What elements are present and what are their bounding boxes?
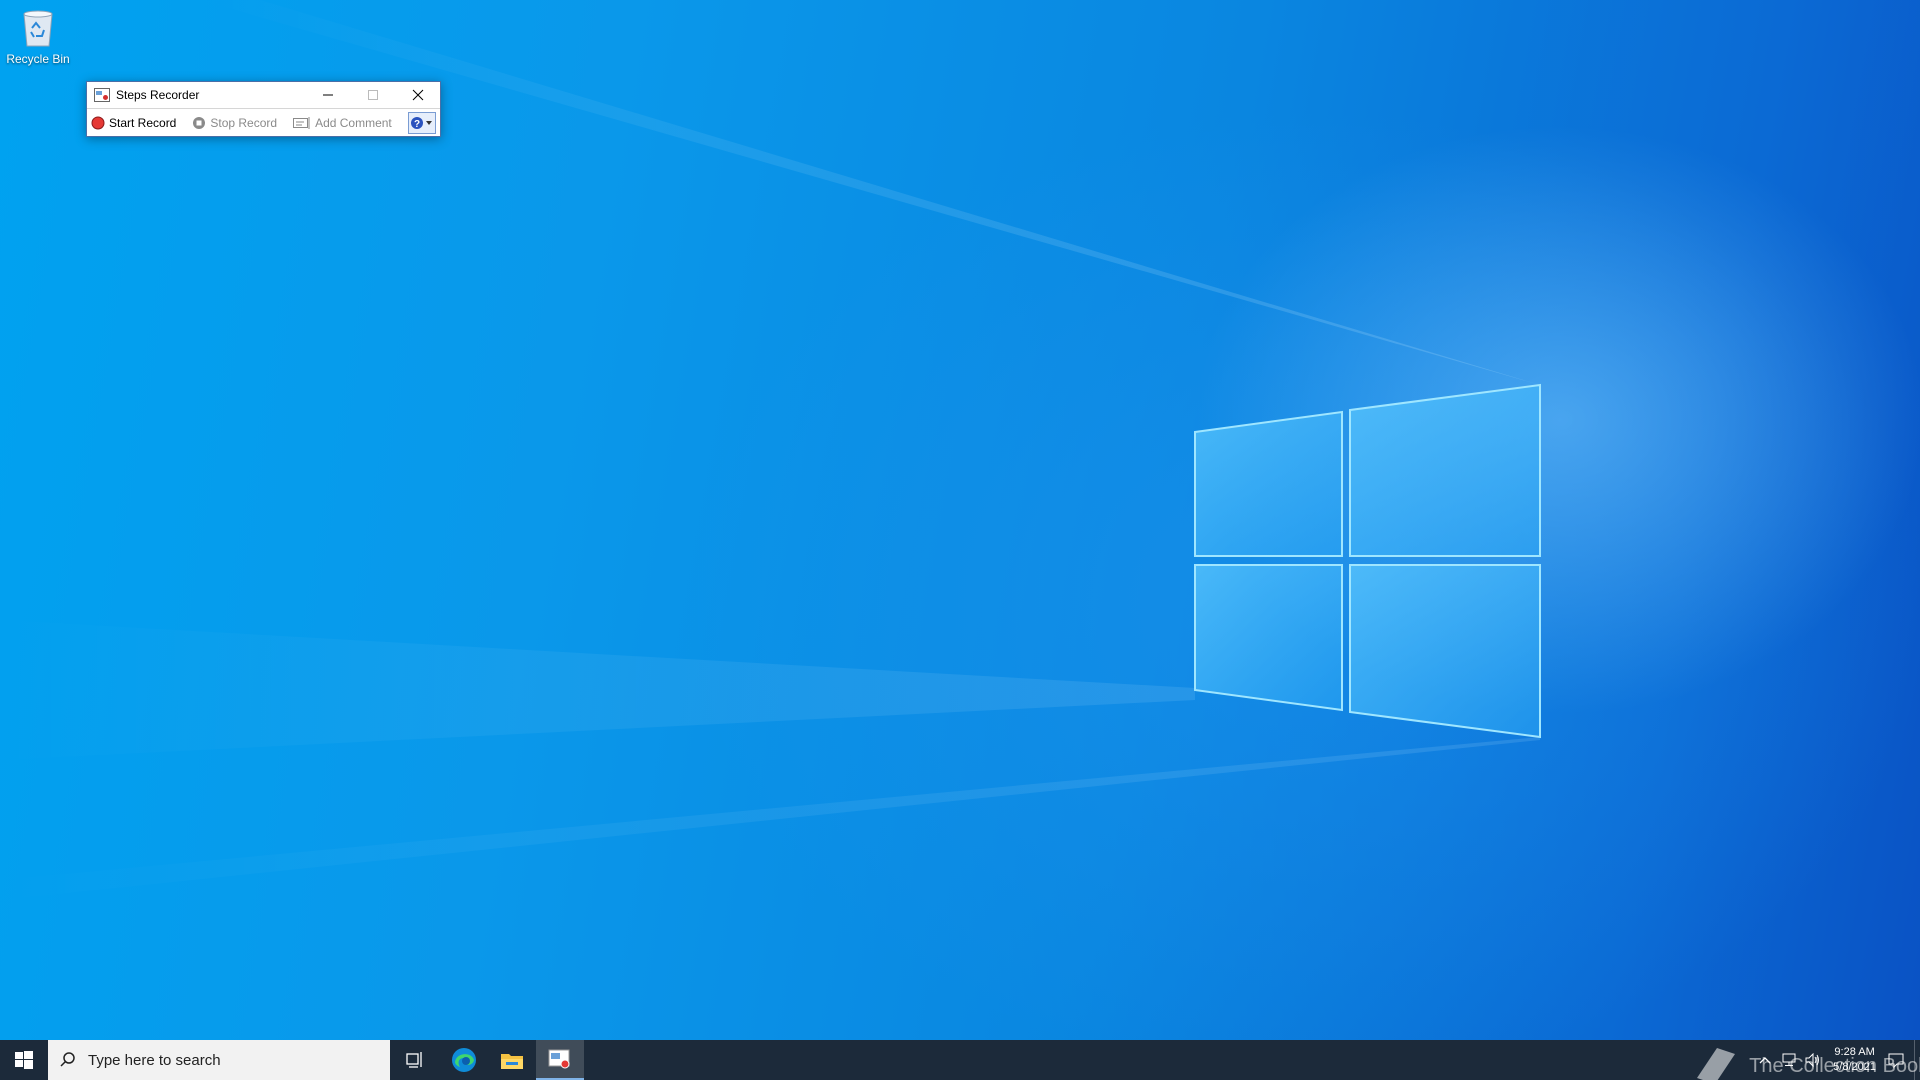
windows-logo-icon	[15, 1051, 33, 1069]
record-icon	[91, 116, 105, 129]
search-placeholder: Type here to search	[88, 1051, 221, 1069]
help-icon: ?	[410, 116, 432, 130]
action-center-button[interactable]	[1884, 1040, 1908, 1080]
maximize-icon	[367, 90, 378, 100]
file-explorer-icon	[501, 1054, 523, 1069]
desktop-icon-label: Recycle Bin	[6, 52, 70, 66]
svg-text:?: ?	[414, 119, 420, 130]
steps-recorder-window[interactable]: Steps Recorder Start Record Stop Record	[86, 81, 441, 137]
help-dropdown-button[interactable]: ?	[407, 111, 436, 134]
close-button[interactable]	[395, 82, 440, 108]
notification-icon	[1888, 1053, 1904, 1068]
close-icon	[412, 89, 423, 101]
title-bar[interactable]: Steps Recorder	[87, 82, 440, 109]
comment-icon	[293, 116, 310, 129]
minimize-icon	[322, 94, 333, 96]
toolbar: Start Record Stop Record Add Comment ?	[87, 109, 440, 136]
window-title: Steps Recorder	[116, 88, 200, 102]
chevron-up-icon	[1759, 1057, 1771, 1064]
wallpaper-logo	[0, 0, 1541, 900]
edge-icon	[452, 1048, 476, 1072]
file-explorer-taskbar-button[interactable]	[488, 1040, 536, 1080]
network-button[interactable]	[1777, 1040, 1801, 1080]
start-record-button[interactable]: Start Record	[91, 116, 176, 130]
steps-recorder-taskbar-button[interactable]	[536, 1040, 584, 1080]
volume-icon	[1805, 1053, 1820, 1067]
system-tray: The Collection Book 9:28 AM 5/8/2021	[1693, 1040, 1920, 1088]
stop-icon	[193, 116, 206, 129]
edge-taskbar-button[interactable]	[440, 1040, 488, 1080]
clock[interactable]: 9:28 AM 5/8/2021	[1825, 1045, 1884, 1075]
show-hidden-icons-button[interactable]	[1753, 1040, 1777, 1080]
book-logo-icon	[1693, 1048, 1736, 1088]
clock-date: 5/8/2021	[1833, 1061, 1876, 1073]
task-view-icon	[406, 1052, 422, 1068]
network-icon	[1782, 1053, 1796, 1066]
desktop: Recycle Bin Steps Recorder Start Record …	[0, 0, 1920, 1040]
desktop-icon-recycle-bin[interactable]: Recycle Bin	[2, 6, 74, 66]
steps-recorder-icon	[548, 1049, 570, 1069]
start-button[interactable]	[0, 1040, 48, 1080]
search-icon	[60, 1052, 75, 1067]
stop-record-label: Stop Record	[210, 115, 278, 130]
minimize-button[interactable]	[305, 82, 350, 108]
volume-button[interactable]	[1801, 1040, 1825, 1080]
maximize-button	[350, 82, 395, 108]
show-desktop-button[interactable]	[1914, 1040, 1920, 1080]
add-comment-label: Add Comment	[315, 115, 392, 130]
stop-record-button: Stop Record	[192, 116, 277, 130]
start-record-label: Start Record	[109, 115, 177, 130]
clock-time: 9:28 AM	[1834, 1046, 1875, 1058]
recycle-bin-icon	[23, 10, 53, 47]
add-comment-button: Add Comment	[293, 116, 392, 130]
task-view-button[interactable]	[392, 1040, 440, 1080]
taskbar: Type here to search The Collection Book …	[0, 1040, 1920, 1088]
taskbar-search-box[interactable]: Type here to search	[48, 1040, 390, 1080]
steps-recorder-app-icon	[94, 88, 110, 102]
